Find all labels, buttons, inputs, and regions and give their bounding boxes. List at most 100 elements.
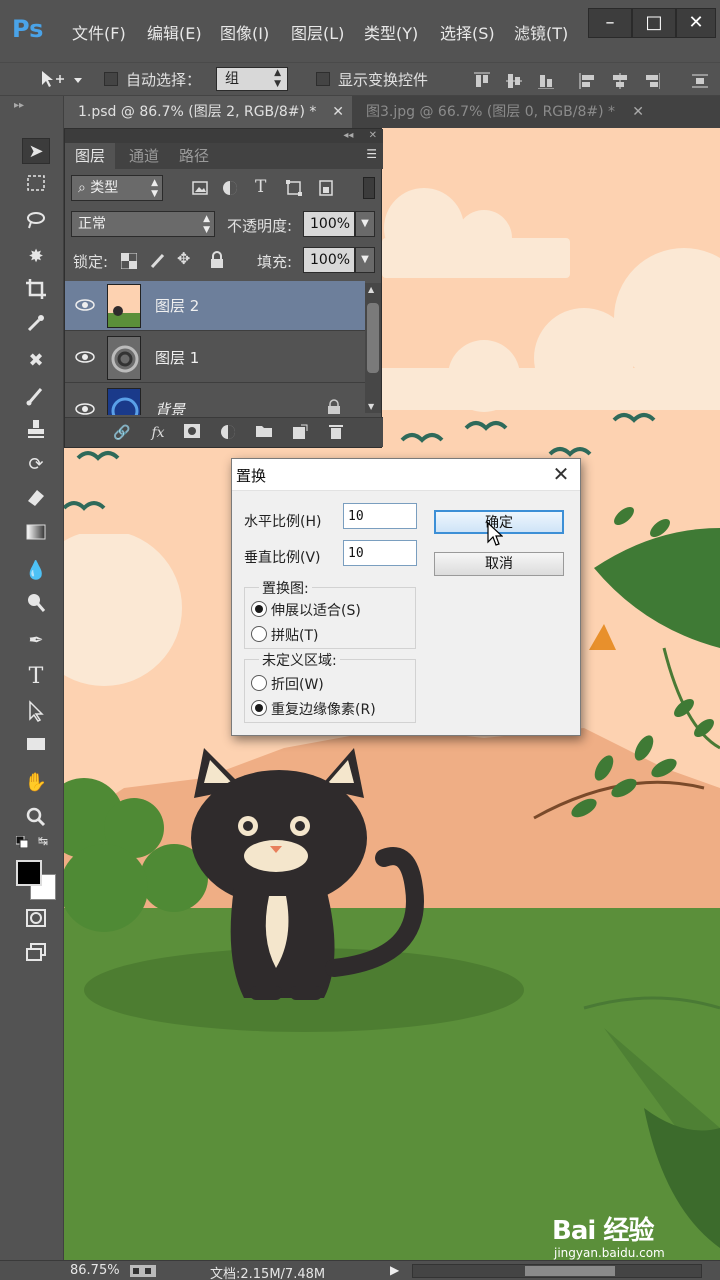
scrollbar-thumb[interactable] — [367, 303, 379, 373]
hand-tool-icon[interactable]: ✋ — [22, 770, 50, 796]
menu-image[interactable]: 图像(I) — [220, 20, 269, 44]
layer-row-background[interactable]: 背景 — [65, 385, 365, 415]
eraser-tool-icon[interactable] — [22, 486, 50, 512]
menu-layer[interactable]: 图层(L) — [291, 20, 344, 44]
horizontal-scrollbar[interactable] — [412, 1264, 702, 1278]
new-layer-icon[interactable] — [291, 424, 309, 442]
tab-1-psd[interactable]: 1.psd @ 86.7% (图层 2, RGB/8#) * ✕ — [64, 96, 352, 128]
blur-tool-icon[interactable]: 💧 — [22, 558, 50, 584]
menu-edit[interactable]: 编辑(E) — [147, 20, 202, 44]
lock-transparent-icon[interactable] — [121, 253, 137, 269]
rectangle-tool-icon[interactable] — [22, 734, 50, 760]
layer-row-layer1[interactable]: 图层 1 — [65, 333, 365, 383]
panel-collapse-icon[interactable]: ◂◂ — [343, 130, 353, 141]
scrollbar-thumb[interactable] — [525, 1266, 615, 1276]
align-left-icon[interactable] — [578, 71, 596, 89]
panel-menu-icon[interactable]: ☰ — [366, 147, 377, 161]
new-group-folder-icon[interactable] — [255, 424, 273, 442]
eyedropper-tool-icon[interactable] — [22, 312, 50, 338]
visibility-eye-icon[interactable] — [75, 297, 95, 313]
distribute-icon[interactable] — [690, 71, 708, 89]
type-tool-icon[interactable]: T — [22, 664, 50, 690]
foreground-color-swatch[interactable] — [16, 860, 42, 886]
tile-radio[interactable] — [251, 626, 267, 642]
pen-tool-icon[interactable]: ✒ — [22, 628, 50, 654]
dialog-titlebar[interactable]: 置换 ✕ — [232, 459, 580, 491]
visibility-eye-icon[interactable] — [75, 349, 95, 365]
healing-brush-tool-icon[interactable]: ✖ — [22, 348, 50, 374]
align-vcenter-icon[interactable] — [504, 71, 522, 89]
fill-input[interactable]: 100% — [303, 247, 355, 273]
close-icon[interactable]: ✕ — [369, 130, 377, 141]
clone-stamp-tool-icon[interactable] — [22, 418, 50, 444]
repeat-edge-pixels-label[interactable]: 重复边缘像素(R) — [271, 699, 376, 719]
scroll-up-icon[interactable]: ▲ — [368, 285, 374, 294]
horizontal-scale-input[interactable] — [343, 503, 417, 529]
wrap-around-radio[interactable] — [251, 675, 267, 691]
filter-kind-dropdown[interactable]: ⌕ 类型 ▲ ▼ — [71, 175, 163, 201]
visibility-eye-icon[interactable] — [75, 401, 95, 415]
tab-paths[interactable]: 路径 — [169, 143, 219, 169]
brush-tool-icon[interactable] — [22, 384, 50, 410]
fill-dropdown-icon[interactable]: ▼ — [355, 247, 375, 273]
close-window-button[interactable]: ✕ — [676, 8, 716, 38]
lasso-tool-icon[interactable] — [22, 210, 50, 236]
filter-pixel-icon[interactable] — [191, 179, 209, 197]
cancel-button[interactable]: 取消 — [434, 552, 564, 576]
stretch-to-fit-label[interactable]: 伸展以适合(S) — [271, 600, 361, 620]
opacity-dropdown-icon[interactable]: ▼ — [355, 211, 375, 237]
magic-wand-tool-icon[interactable]: ✸ — [22, 244, 50, 270]
filter-adjustment-icon[interactable] — [221, 179, 239, 197]
default-colors-icon[interactable] — [15, 835, 29, 849]
layers-scrollbar[interactable]: ▲ ▼ — [365, 283, 381, 413]
filter-toggle-switch[interactable] — [363, 177, 375, 199]
opacity-input[interactable]: 100% — [303, 211, 355, 237]
path-selection-tool-icon[interactable] — [22, 700, 50, 726]
auto-select-checkbox[interactable] — [104, 72, 118, 86]
panel-header[interactable]: ◂◂ ✕ — [65, 129, 383, 143]
tab-image3-jpg[interactable]: 图3.jpg @ 66.7% (图层 0, RGB/8#) * ✕ — [352, 96, 652, 128]
tab-channels[interactable]: 通道 — [119, 143, 169, 169]
menu-type[interactable]: 类型(Y) — [364, 20, 418, 44]
auto-select-dropdown[interactable]: 组 ▲ ▼ — [216, 67, 288, 91]
show-transform-checkbox[interactable] — [316, 72, 330, 86]
screen-mode-icon[interactable] — [22, 942, 50, 968]
zoom-level[interactable]: 86.75% — [70, 1263, 120, 1278]
status-info-icon[interactable] — [130, 1265, 156, 1277]
filter-type-icon[interactable]: T — [255, 177, 266, 197]
move-tool-preset-icon[interactable] — [38, 69, 86, 91]
gradient-tool-icon[interactable] — [22, 522, 50, 548]
close-icon[interactable]: ✕ — [632, 96, 644, 128]
link-layers-icon[interactable]: 🔗 — [113, 424, 131, 442]
close-icon[interactable]: ✕ — [332, 96, 344, 128]
layer-style-fx-icon[interactable]: fx — [149, 424, 167, 442]
blend-mode-dropdown[interactable]: 正常 ▲ ▼ — [71, 211, 215, 237]
history-brush-tool-icon[interactable]: ⟳ — [22, 452, 50, 478]
zoom-tool-icon[interactable] — [22, 806, 50, 832]
add-mask-icon[interactable] — [183, 424, 201, 442]
filter-shape-icon[interactable] — [285, 179, 303, 197]
move-tool-icon[interactable]: ➤ — [22, 138, 50, 164]
menu-select[interactable]: 选择(S) — [440, 20, 495, 44]
scroll-down-icon[interactable]: ▼ — [368, 402, 374, 411]
maximize-button[interactable]: □ — [632, 8, 676, 38]
filter-smart-object-icon[interactable] — [317, 179, 335, 197]
align-right-icon[interactable] — [642, 71, 660, 89]
repeat-edge-pixels-radio[interactable] — [251, 700, 267, 716]
stretch-to-fit-radio[interactable] — [251, 601, 267, 617]
align-hcenter-icon[interactable] — [610, 71, 628, 89]
panel-collapse-icon[interactable]: ▸▸ — [14, 100, 24, 111]
lock-position-icon[interactable]: ✥ — [177, 249, 190, 268]
align-bottom-icon[interactable] — [536, 71, 554, 89]
dodge-tool-icon[interactable] — [22, 592, 50, 618]
layer-row-layer2[interactable]: 图层 2 — [65, 281, 365, 331]
menu-file[interactable]: 文件(F) — [72, 20, 126, 44]
lock-all-icon[interactable] — [209, 251, 225, 269]
align-top-icon[interactable] — [472, 71, 490, 89]
quick-mask-icon[interactable] — [22, 908, 50, 934]
minimize-button[interactable]: – — [588, 8, 632, 38]
vertical-scale-input[interactable] — [343, 540, 417, 566]
dialog-close-button[interactable]: ✕ — [550, 463, 572, 485]
wrap-around-label[interactable]: 折回(W) — [271, 674, 324, 694]
delete-layer-trash-icon[interactable] — [327, 424, 345, 442]
